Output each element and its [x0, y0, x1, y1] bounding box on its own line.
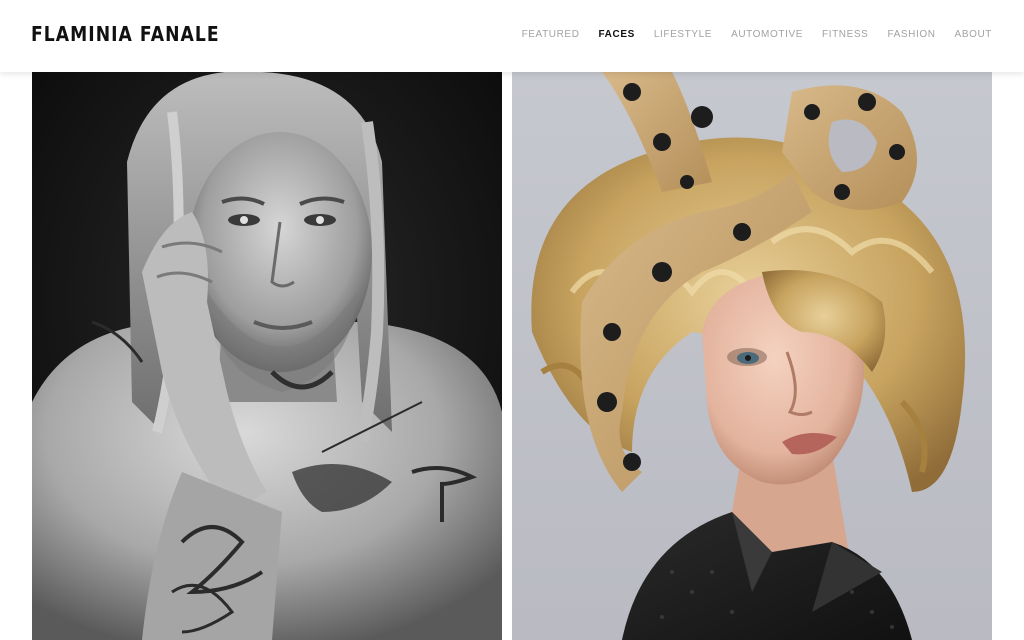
- nav-item-about[interactable]: ABOUT: [955, 29, 992, 40]
- nav-item-lifestyle[interactable]: LIFESTYLE: [654, 29, 712, 40]
- nav-item-fitness[interactable]: FITNESS: [822, 29, 868, 40]
- nav-item-featured[interactable]: FEATURED: [522, 29, 580, 40]
- gallery-photo-bw-portrait[interactable]: [32, 72, 502, 640]
- photo-gallery: [32, 72, 992, 640]
- color-portrait-image: [512, 72, 992, 640]
- nav-item-faces[interactable]: FACES: [599, 29, 635, 40]
- nav-item-automotive[interactable]: AUTOMOTIVE: [731, 29, 803, 40]
- main-nav: FEATURED FACES LIFESTYLE AUTOMOTIVE FITN…: [522, 29, 992, 40]
- site-header: FLAMINIA FANALE FEATURED FACES LIFESTYLE…: [0, 0, 1024, 72]
- gallery-photo-color-portrait[interactable]: [512, 72, 992, 640]
- bw-portrait-image: [32, 72, 502, 640]
- nav-item-fashion[interactable]: FASHION: [887, 29, 935, 40]
- site-logo[interactable]: FLAMINIA FANALE: [31, 22, 220, 46]
